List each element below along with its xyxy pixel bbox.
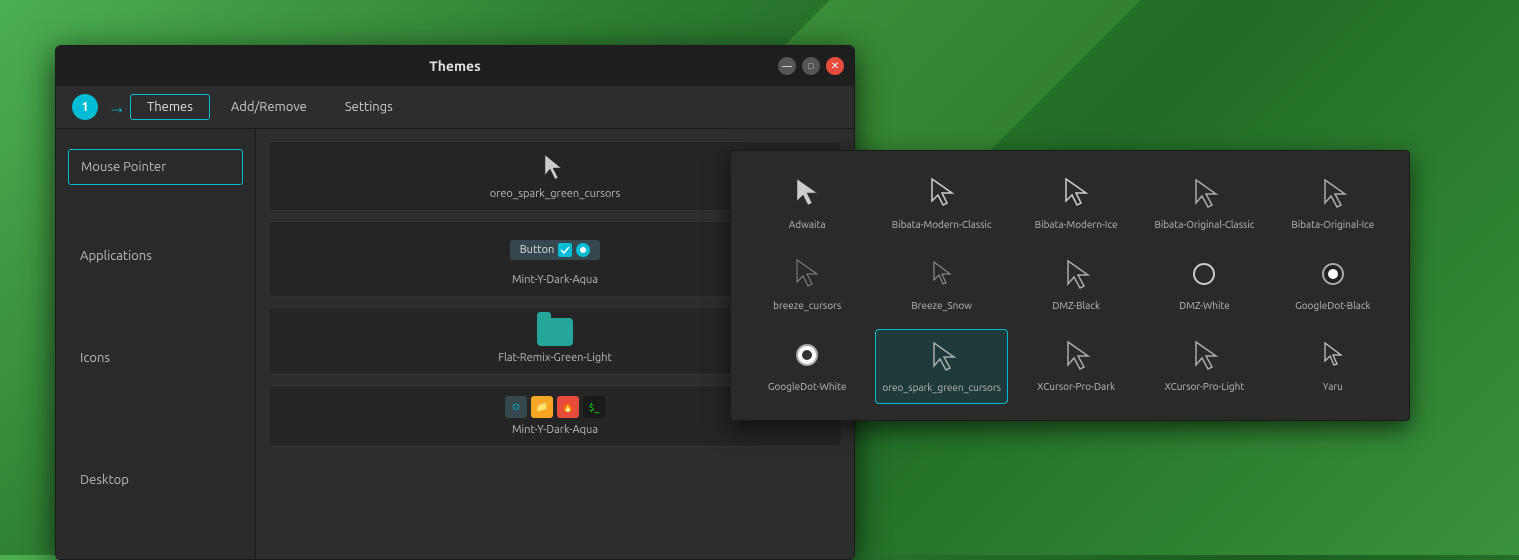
window-title: Themes: [429, 58, 480, 74]
cursor-item-dmz-black[interactable]: DMZ-Black: [1016, 248, 1136, 321]
radio-icon: [576, 243, 590, 257]
cursor-label-googledot-white: GoogleDot-White: [768, 381, 847, 392]
tab-settings[interactable]: Settings: [328, 94, 410, 120]
check-icon: [560, 246, 570, 254]
cursor-icon-breeze-cursors: [791, 258, 823, 294]
mouse-pointer-label: oreo_spark_green_cursors: [490, 188, 621, 200]
cursor-icon-oreo-spark-green: [926, 340, 958, 376]
cursor-label-breeze-snow: Breeze_Snow: [911, 300, 972, 311]
cursor-item-bibata-original-classic[interactable]: Bibata-Original-Classic: [1144, 167, 1264, 240]
radio-inner: [580, 247, 586, 253]
sidebar-item-label-icons: Icons: [80, 351, 110, 365]
cursor-item-adwaita[interactable]: Adwaita: [747, 167, 867, 240]
cursor-icon-bibata-original-ice: [1317, 177, 1349, 213]
desktop-icon-term: $_: [583, 396, 605, 418]
cursor-item-oreo-spark-green[interactable]: oreo_spark_green_cursors: [875, 329, 1008, 404]
cursor-label-dmz-white: DMZ-White: [1179, 300, 1230, 311]
maximize-button[interactable]: □: [802, 57, 820, 75]
cursor-label-xcursor-pro-dark: XCursor-Pro-Dark: [1037, 381, 1115, 392]
app-preview: Button: [502, 232, 609, 268]
cursor-label-bibata-modern-classic: Bibata-Modern-Classic: [892, 219, 992, 230]
applications-label: Mint-Y-Dark-Aqua: [512, 274, 598, 286]
sidebar-item-desktop[interactable]: Desktop: [56, 459, 255, 501]
cursor-label-bibata-original-classic: Bibata-Original-Classic: [1155, 219, 1255, 230]
mouse-pointer-cursor-icon: [540, 152, 570, 182]
annotation-arrow-1: →: [108, 97, 126, 118]
annotation-1: 1 →: [72, 94, 126, 120]
tab-add-remove[interactable]: Add/Remove: [214, 94, 324, 120]
cursor-label-breeze-cursors: breeze_cursors: [773, 300, 841, 311]
sidebar-item-label-desktop: Desktop: [80, 473, 129, 487]
cursor-item-bibata-original-ice[interactable]: Bibata-Original-Ice: [1273, 167, 1393, 240]
cursor-item-xcursor-pro-dark[interactable]: XCursor-Pro-Dark: [1016, 329, 1136, 404]
cursor-icon-dmz-black: [1060, 258, 1092, 294]
cursor-label-googledot-black: GoogleDot-Black: [1295, 300, 1371, 311]
cursor-item-googledot-black[interactable]: GoogleDot-Black: [1273, 248, 1393, 321]
cursor-label-xcursor-pro-light: XCursor-Pro-Light: [1165, 381, 1245, 392]
window-controls: — □ ✕: [778, 57, 844, 75]
desktop-label: Mint-Y-Dark-Aqua: [512, 424, 598, 436]
app-button-preview: Button: [510, 240, 601, 260]
sidebar-item-icons[interactable]: Icons: [56, 337, 255, 379]
cursor-item-xcursor-pro-light[interactable]: XCursor-Pro-Light: [1144, 329, 1264, 404]
cursor-label-oreo-spark-green: oreo_spark_green_cursors: [882, 382, 1001, 393]
cursor-arrow-svg: [541, 153, 569, 181]
cursor-icon-adwaita: [791, 177, 823, 213]
cursor-icon-yaru: [1317, 339, 1349, 375]
cursor-label-bibata-modern-ice: Bibata-Modern-Ice: [1035, 219, 1118, 230]
folder-icon: [537, 318, 573, 346]
cursor-icon-bibata-modern-classic: [926, 177, 958, 213]
icons-label: Flat-Remix-Green-Light: [498, 352, 612, 364]
cursor-icon-googledot-black: [1317, 258, 1349, 294]
desktop-icon-mint: ⊙: [505, 396, 527, 418]
sidebar: Mouse Pointer Applications Icons Desktop: [56, 129, 256, 559]
cursor-label-adwaita: Adwaita: [789, 219, 826, 230]
cursor-icon-xcursor-pro-light: [1188, 339, 1220, 375]
desktop-icons: ⊙ 📁 🔥 $_: [505, 396, 605, 418]
cursor-item-bibata-modern-ice[interactable]: Bibata-Modern-Ice: [1016, 167, 1136, 240]
sidebar-item-label-applications: Applications: [80, 249, 152, 263]
tab-bar: 1 → Themes Add/Remove Settings: [56, 86, 854, 129]
cursor-item-googledot-white[interactable]: GoogleDot-White: [747, 329, 867, 404]
cursor-item-breeze-snow[interactable]: Breeze_Snow: [875, 248, 1008, 321]
close-button[interactable]: ✕: [826, 57, 844, 75]
cursor-item-yaru[interactable]: Yaru: [1273, 329, 1393, 404]
cursor-label-dmz-black: DMZ-Black: [1052, 300, 1100, 311]
cursor-label-yaru: Yaru: [1323, 381, 1343, 392]
cursor-icon-dmz-white: [1188, 258, 1220, 294]
sidebar-item-mouse-pointer[interactable]: Mouse Pointer: [68, 149, 243, 185]
cursor-icon-googledot-white: [791, 339, 823, 375]
sidebar-item-applications[interactable]: Applications: [56, 235, 255, 277]
cursor-item-breeze-cursors[interactable]: breeze_cursors: [747, 248, 867, 321]
cursor-label-bibata-original-ice: Bibata-Original-Ice: [1291, 219, 1374, 230]
titlebar: Themes — □ ✕: [56, 46, 854, 86]
minimize-button[interactable]: —: [778, 57, 796, 75]
cursor-item-dmz-white[interactable]: DMZ-White: [1144, 248, 1264, 321]
cursor-icon-bibata-original-classic: [1188, 177, 1220, 213]
annotation-bubble-1: 1: [72, 94, 98, 120]
sidebar-item-label-mouse-pointer: Mouse Pointer: [81, 160, 166, 174]
checkbox-icon: [558, 243, 572, 257]
desktop-icon-fire: 🔥: [557, 396, 579, 418]
cursor-icon-xcursor-pro-dark: [1060, 339, 1092, 375]
cursor-icon-bibata-modern-ice: [1060, 177, 1092, 213]
desktop-icon-folder: 📁: [531, 396, 553, 418]
cursor-icon-breeze-snow: [926, 258, 958, 294]
button-label: Button: [520, 244, 555, 256]
cursor-panel: Adwaita Bibata-Modern-Classic Bibata-Moder…: [730, 150, 1410, 421]
tab-themes[interactable]: Themes: [130, 94, 210, 120]
cursor-item-bibata-modern-classic[interactable]: Bibata-Modern-Classic: [875, 167, 1008, 240]
cursor-grid: Adwaita Bibata-Modern-Classic Bibata-Moder…: [747, 167, 1393, 404]
